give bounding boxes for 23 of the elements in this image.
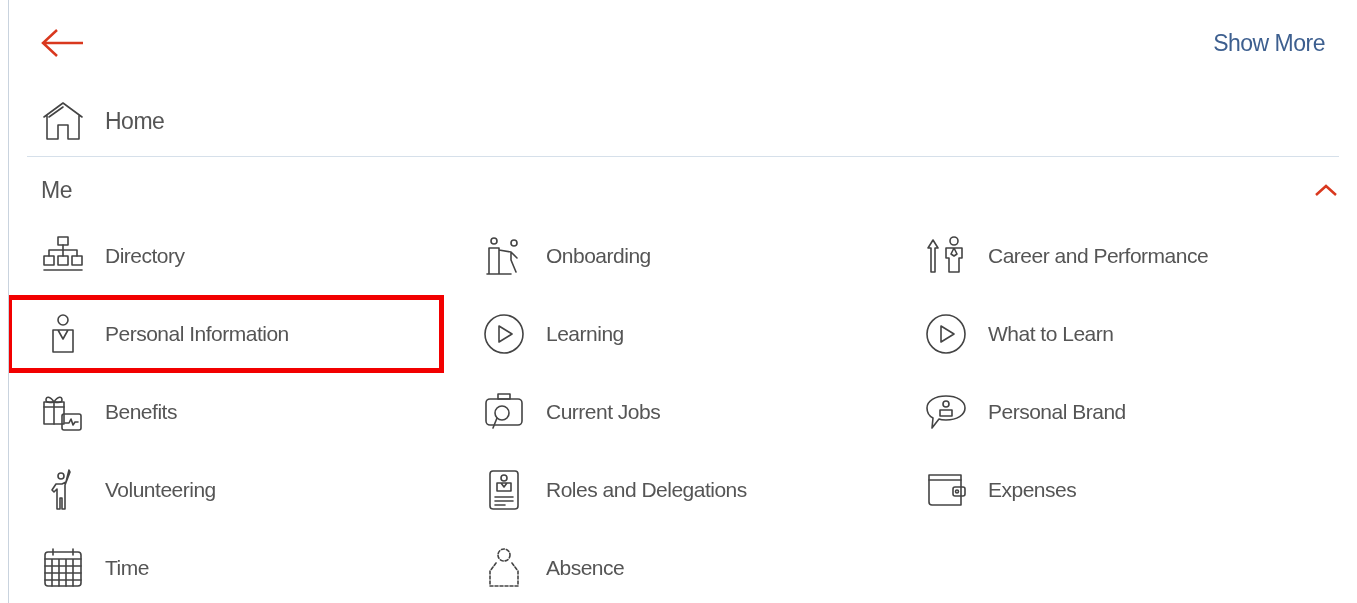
- menu-item[interactable]: Directory: [27, 217, 468, 295]
- menu-item[interactable]: Onboarding: [468, 217, 910, 295]
- show-more-link[interactable]: Show More: [1213, 29, 1325, 57]
- collapse-button[interactable]: [1313, 182, 1339, 198]
- play-icon: [924, 312, 968, 356]
- section-title: Me: [41, 176, 72, 204]
- menu-item[interactable]: Personal Brand: [910, 373, 1339, 451]
- menu-item[interactable]: Learning: [468, 295, 910, 373]
- calendar-icon: [41, 546, 85, 590]
- home-link[interactable]: Home: [27, 86, 1339, 156]
- menu-item[interactable]: What to Learn: [910, 295, 1339, 373]
- menu-item[interactable]: Career and Performance: [910, 217, 1339, 295]
- menu-item[interactable]: Time: [27, 529, 468, 603]
- back-button[interactable]: [41, 28, 85, 58]
- menu-item[interactable]: Benefits: [27, 373, 468, 451]
- menu-item[interactable]: Volunteering: [27, 451, 468, 529]
- menu-item[interactable]: Personal Information: [9, 295, 444, 373]
- menu-item[interactable]: Expenses: [910, 451, 1339, 529]
- menu-item[interactable]: Roles and Delegations: [468, 451, 910, 529]
- menu-item[interactable]: Absence: [468, 529, 910, 603]
- play-icon: [482, 312, 526, 356]
- home-icon: [41, 99, 85, 143]
- menu-item[interactable]: Current Jobs: [468, 373, 910, 451]
